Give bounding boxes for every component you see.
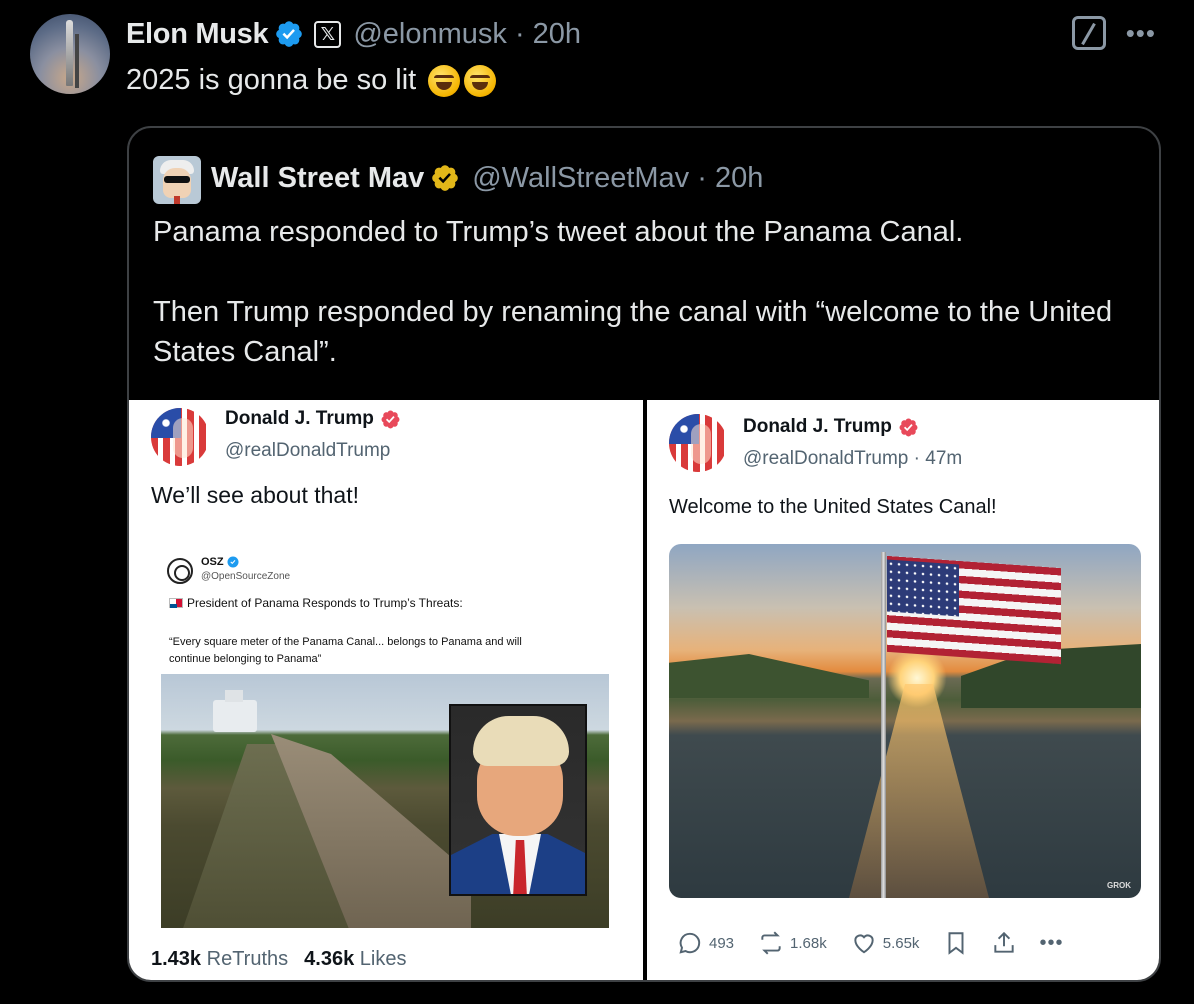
osz-handle: @OpenSourceZone: [201, 571, 291, 582]
likes-stat: 4.36k Likes: [304, 948, 407, 970]
portrait-hair: [473, 716, 569, 766]
flag-pole: [881, 552, 886, 898]
quoted-image-left[interactable]: Donald J. Trump @realDonaldTrump We’ll s…: [129, 400, 643, 980]
quoted-text: Panama responded to Trump’s tweet about …: [153, 212, 1143, 372]
author-name[interactable]: Elon Musk: [126, 18, 269, 51]
osz-headline: President of Panama Responds to Trump’s …: [187, 596, 463, 610]
reply-icon: [679, 932, 701, 954]
post-header: Elon Musk 𝕏 @elonmusk · 20h: [126, 14, 581, 54]
more-options-icon[interactable]: •••: [1126, 20, 1156, 46]
affiliate-x-badge-icon: 𝕏: [314, 20, 342, 48]
truth-post-text: Welcome to the United States Canal!: [669, 496, 997, 518]
osz-name: OSZ: [201, 556, 224, 568]
quoted-author-name[interactable]: Wall Street Mav: [211, 162, 424, 195]
share-action: [991, 930, 1017, 956]
like-action: 5.65k: [851, 930, 920, 956]
avatar-face: [163, 168, 191, 198]
sunset-canal-flag-image: GROK: [669, 544, 1141, 898]
share-icon: [994, 931, 1015, 953]
quoted-text-line: Panama responded to Trump’s tweet about …: [153, 216, 964, 248]
repost-action: 1.68k: [758, 930, 827, 956]
quoted-header: Wall Street Mav @WallStreetMav · 20h: [211, 156, 763, 200]
author-avatar[interactable]: [30, 14, 110, 94]
cruise-ship: [213, 690, 257, 732]
author-handle[interactable]: @elonmusk · 20h: [353, 18, 581, 51]
hills-left: [669, 654, 869, 698]
osz-name-row: OSZ: [201, 556, 239, 568]
osz-logo-icon: [167, 558, 193, 584]
avatar-sunglasses: [164, 176, 190, 183]
repost-count: 1.68k: [790, 934, 827, 952]
truth-author-name: Donald J. Trump: [225, 408, 374, 429]
truth-stats: 1.43k ReTruths 4.36k Likes: [151, 948, 406, 971]
us-flag-canton: [887, 559, 959, 617]
bookmark-action: [943, 930, 969, 956]
sun-reflection: [849, 684, 989, 898]
reply-count: 493: [709, 934, 735, 952]
quoted-author-avatar[interactable]: [153, 156, 201, 204]
osz-quote-line: “Every square meter of the Panama Canal.…: [169, 636, 522, 648]
quoted-post[interactable]: Wall Street Mav @WallStreetMav · 20h Pan…: [127, 126, 1161, 982]
truth-author-handle: @realDonaldTrump · 47m: [743, 448, 963, 469]
truth-action-bar: 493 1.68k 5.65k •••: [677, 928, 1127, 958]
verified-gold-badge-icon: [432, 165, 459, 191]
quoted-author-handle[interactable]: @WallStreetMav · 20h: [472, 162, 763, 195]
avatar-tie: [174, 196, 180, 204]
verified-badge-icon: [276, 21, 303, 47]
bookmark-icon: [948, 932, 964, 955]
truth-name-row: Donald J. Trump: [225, 408, 401, 430]
truth-author-avatar: [669, 414, 727, 472]
post-text-content: 2025 is gonna be so lit: [126, 64, 417, 96]
heart-icon: [854, 934, 874, 954]
reply-action: 493: [677, 930, 734, 956]
post-text: 2025 is gonna be so lit: [126, 64, 497, 97]
quoted-text-line: Then Trump responded by renaming the can…: [153, 296, 1113, 368]
trump-portrait-inset: [449, 704, 587, 896]
truth-author-name: Donald J. Trump: [743, 416, 892, 437]
grok-watermark: GROK: [1107, 881, 1131, 890]
quoted-post-time[interactable]: · 20h: [697, 162, 763, 194]
rofl-emoji-icon: [464, 64, 497, 97]
repost-icon: [761, 931, 781, 955]
truth-author-avatar: [151, 408, 209, 466]
panama-flag-icon: [169, 598, 183, 608]
truth-post-text: We’ll see about that!: [151, 482, 359, 508]
panama-canal-photo: [161, 674, 609, 928]
more-options-icon: •••: [1039, 931, 1064, 954]
osz-quote-line: continue belonging to Panama”: [169, 653, 322, 665]
truth-verified-badge-icon: [381, 410, 400, 428]
osz-verified-badge-icon: [227, 556, 239, 568]
rofl-emoji-icon: [428, 64, 461, 97]
post-time[interactable]: · 20h: [515, 18, 581, 50]
quoted-image-right[interactable]: Donald J. Trump @realDonaldTrump · 47m W…: [647, 400, 1159, 980]
truth-name-row: Donald J. Trump: [743, 416, 919, 438]
osz-quote: “Every square meter of the Panama Canal.…: [169, 634, 522, 668]
embedded-osz-post: OSZ @OpenSourceZone President of Panama …: [159, 540, 611, 934]
post-top-actions: •••: [1071, 16, 1156, 50]
truth-author-handle: @realDonaldTrump: [225, 440, 391, 461]
like-count: 5.65k: [882, 934, 920, 952]
truth-verified-badge-icon: [899, 418, 918, 436]
retruths-stat: 1.43k ReTruths: [151, 948, 289, 970]
avatar-tower: [75, 34, 79, 88]
grok-icon[interactable]: [1071, 16, 1106, 50]
avatar-rocket: [66, 20, 73, 86]
